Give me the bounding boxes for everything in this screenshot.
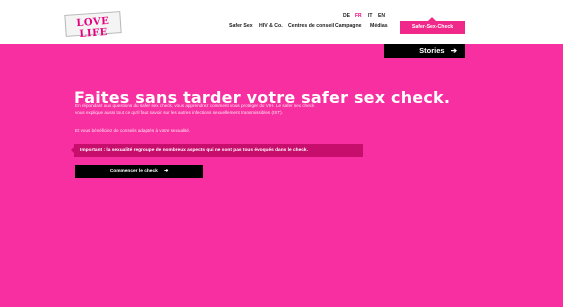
start-check-button[interactable]: Commencer le check ➔ [75, 165, 203, 178]
logo-text: LOVE LIFE [76, 15, 110, 40]
lang-de[interactable]: DE [343, 13, 350, 19]
arrow-icon: ➔ [450, 46, 457, 55]
top-strip [0, 0, 563, 8]
nav-item-safer-sex[interactable]: Safer Sex [229, 23, 253, 29]
start-check-label: Commencer le check [109, 169, 158, 174]
arrow-icon: ➔ [164, 169, 169, 174]
lang-fr[interactable]: FR [355, 13, 362, 19]
nav-item-campagne[interactable]: Campagne [335, 23, 362, 29]
safer-sex-check-button[interactable]: Safer-Sex-Check [400, 21, 465, 34]
nav-item-centres[interactable]: Centres de conseil [288, 23, 334, 29]
nav-item-medias[interactable]: Médias [370, 23, 388, 29]
nav-item-hiv[interactable]: HIV & Co. [259, 23, 283, 29]
intro-text-line-2: vous explique aussi tout ce qu'il faut s… [75, 110, 283, 115]
stories-button[interactable]: Stories ➔ [384, 44, 465, 58]
stories-label: Stories [419, 46, 445, 55]
important-notice: Important : la sexualité regroupe de nom… [71, 144, 363, 157]
love-life-logo[interactable]: LOVE LIFE [64, 11, 122, 40]
intro-text-line-1: En répondant aux questions du safer sex … [75, 103, 315, 108]
intro-text-advice: Et vous bénéficiez de conseils adaptés à… [75, 128, 191, 133]
lang-en[interactable]: EN [378, 13, 385, 19]
lang-it[interactable]: IT [368, 13, 372, 19]
